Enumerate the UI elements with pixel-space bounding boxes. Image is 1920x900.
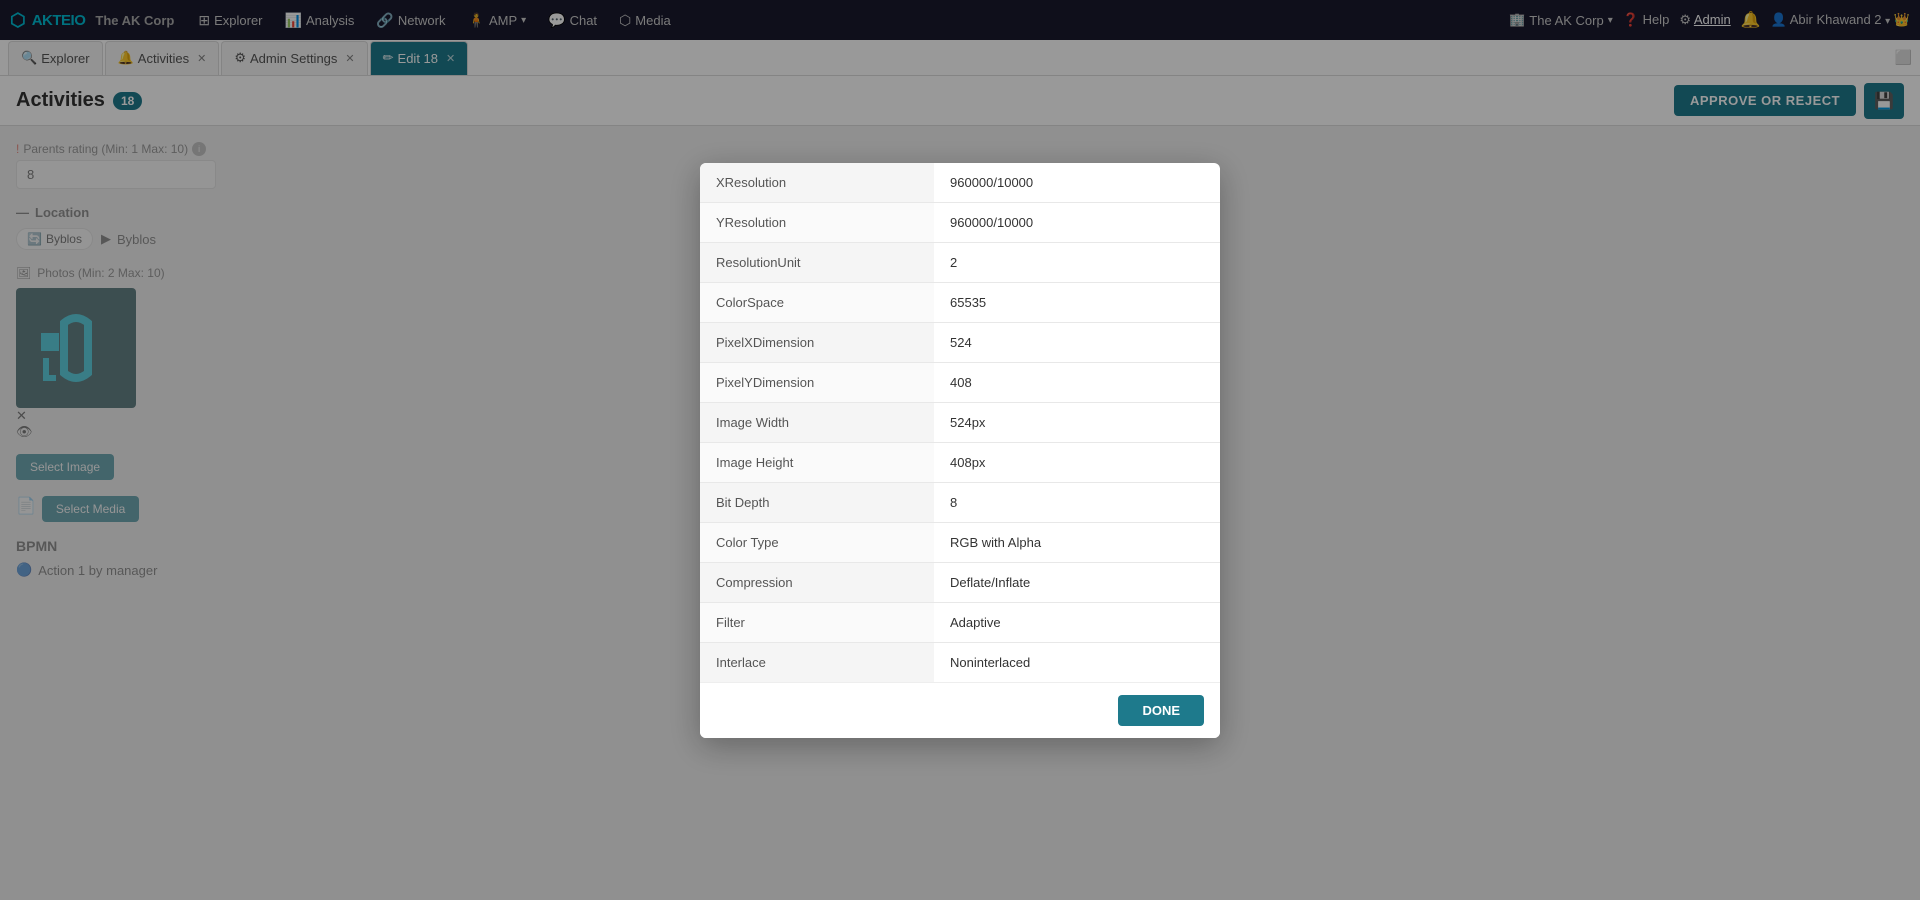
metadata-value: Noninterlaced — [934, 642, 1220, 682]
table-row: Image Height 408px — [700, 442, 1220, 482]
metadata-value: 8 — [934, 482, 1220, 522]
table-row: PixelYDimension 408 — [700, 362, 1220, 402]
metadata-value: 408 — [934, 362, 1220, 402]
table-row: YResolution 960000/10000 — [700, 202, 1220, 242]
table-row: ResolutionUnit 2 — [700, 242, 1220, 282]
image-metadata-table: XResolution 960000/10000 YResolution 960… — [700, 163, 1220, 682]
metadata-key: XResolution — [700, 163, 934, 203]
metadata-value: Adaptive — [934, 602, 1220, 642]
metadata-value: RGB with Alpha — [934, 522, 1220, 562]
metadata-value: 524px — [934, 402, 1220, 442]
metadata-key: ColorSpace — [700, 282, 934, 322]
table-row: Compression Deflate/Inflate — [700, 562, 1220, 602]
modal-overlay[interactable]: XResolution 960000/10000 YResolution 960… — [0, 0, 1920, 900]
metadata-key: PixelXDimension — [700, 322, 934, 362]
metadata-key: Bit Depth — [700, 482, 934, 522]
metadata-key: Image Width — [700, 402, 934, 442]
metadata-value: 65535 — [934, 282, 1220, 322]
metadata-value: Deflate/Inflate — [934, 562, 1220, 602]
table-row: Bit Depth 8 — [700, 482, 1220, 522]
metadata-key: YResolution — [700, 202, 934, 242]
table-row: Filter Adaptive — [700, 602, 1220, 642]
image-info-modal: XResolution 960000/10000 YResolution 960… — [700, 163, 1220, 738]
table-row: PixelXDimension 524 — [700, 322, 1220, 362]
table-row: Color Type RGB with Alpha — [700, 522, 1220, 562]
table-row: XResolution 960000/10000 — [700, 163, 1220, 203]
metadata-value: 960000/10000 — [934, 202, 1220, 242]
modal-footer: DONE — [700, 682, 1220, 738]
metadata-value: 960000/10000 — [934, 163, 1220, 203]
done-button[interactable]: DONE — [1118, 695, 1204, 726]
metadata-value: 524 — [934, 322, 1220, 362]
table-row: ColorSpace 65535 — [700, 282, 1220, 322]
metadata-value: 408px — [934, 442, 1220, 482]
metadata-key: Interlace — [700, 642, 934, 682]
metadata-key: PixelYDimension — [700, 362, 934, 402]
metadata-value: 2 — [934, 242, 1220, 282]
table-row: Interlace Noninterlaced — [700, 642, 1220, 682]
metadata-key: ResolutionUnit — [700, 242, 934, 282]
metadata-key: Compression — [700, 562, 934, 602]
metadata-key: Filter — [700, 602, 934, 642]
metadata-key: Image Height — [700, 442, 934, 482]
modal-body: XResolution 960000/10000 YResolution 960… — [700, 163, 1220, 682]
metadata-key: Color Type — [700, 522, 934, 562]
table-row: Image Width 524px — [700, 402, 1220, 442]
